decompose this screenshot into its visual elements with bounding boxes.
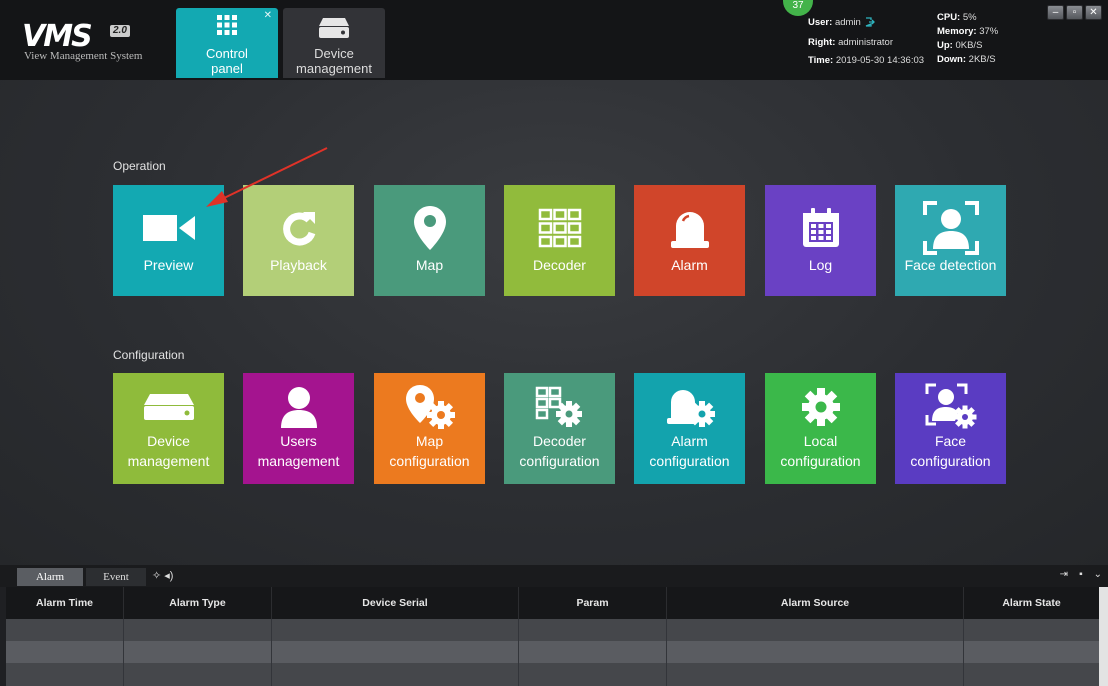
logo-text: VMS: [22, 19, 93, 54]
tab-label-line1: Device: [314, 46, 354, 61]
logo-version: 2.0: [110, 25, 130, 37]
restore-icon[interactable]: ▪: [1079, 569, 1083, 580]
nvr-device-icon: [317, 16, 351, 45]
logo-subtitle: View Management System: [24, 50, 143, 62]
table-cell: [124, 619, 272, 641]
down-label: Down:: [937, 54, 967, 65]
tab-event[interactable]: Event: [86, 568, 146, 586]
table-cell: [272, 641, 519, 663]
table-cell: [667, 641, 964, 663]
memory-label: Memory:: [937, 26, 977, 37]
title-bar: VMS 2.0 View Management System ✕ Control…: [0, 0, 1108, 80]
table-cell: [964, 641, 1099, 663]
control-panel: Operation Preview Playback Map Decoder A…: [0, 80, 1108, 565]
close-tab-icon[interactable]: ✕: [264, 10, 272, 21]
table-cell: [6, 641, 124, 663]
table-row[interactable]: [6, 641, 1099, 663]
collapse-icon[interactable]: ⌄: [1094, 569, 1102, 580]
user-label: User:: [808, 17, 833, 28]
system-stats: CPU: 5% Memory: 37% Up: 0KB/S Down: 2KB/…: [937, 11, 998, 67]
alarm-table-header: Alarm Time Alarm Type Device Serial Para…: [6, 587, 1099, 619]
close-button[interactable]: ✕: [1085, 5, 1102, 20]
table-cell: [667, 663, 964, 686]
tab-control-panel[interactable]: ✕ Control panel: [176, 8, 278, 78]
table-cell: [272, 663, 519, 686]
annotation-arrow: [206, 147, 328, 207]
memory-value: 37%: [979, 26, 999, 37]
bottom-tabs: Alarm Event ✧ ◂) ⇥ ▪ ⌄: [0, 565, 1108, 587]
column-alarm-state[interactable]: Alarm State: [964, 587, 1099, 619]
clear-broom-icon[interactable]: ✧: [152, 570, 161, 582]
tab-label: Control panel: [176, 46, 278, 76]
tab-label-line2: panel: [211, 61, 243, 76]
user-info: User: admin Right: administrator Time: 2…: [808, 14, 924, 70]
table-cell: [272, 619, 519, 641]
user-value: admin: [834, 17, 861, 28]
tab-label-line1: Control: [206, 46, 248, 61]
app-logo: VMS 2.0 View Management System: [22, 19, 172, 63]
time-label: Time:: [808, 55, 834, 66]
table-cell: [519, 619, 667, 641]
table-cell: [667, 619, 964, 641]
logout-icon[interactable]: [865, 16, 875, 34]
table-cell: [6, 663, 124, 686]
sound-icon[interactable]: ◂): [164, 570, 173, 582]
grid-icon: [216, 14, 238, 41]
maximize-button[interactable]: ▫: [1066, 5, 1083, 20]
panel-controls: ⇥ ▪ ⌄: [1060, 569, 1102, 580]
tab-alarm[interactable]: Alarm: [17, 568, 83, 586]
tab-device-management[interactable]: Device management: [283, 8, 385, 78]
table-cell: [124, 641, 272, 663]
up-label: Up:: [937, 40, 953, 51]
column-alarm-type[interactable]: Alarm Type: [124, 587, 272, 619]
cpu-value: 5%: [962, 12, 977, 23]
tab-label: Device management: [283, 46, 385, 76]
pin-icon[interactable]: ⇥: [1060, 569, 1068, 580]
cpu-label: CPU:: [937, 12, 961, 23]
up-value: 0KB/S: [955, 40, 983, 51]
table-cell: [519, 641, 667, 663]
column-device-serial[interactable]: Device Serial: [272, 587, 519, 619]
table-cell: [124, 663, 272, 686]
vertical-scrollbar[interactable]: [1099, 587, 1108, 686]
column-alarm-time[interactable]: Alarm Time: [6, 587, 124, 619]
table-row[interactable]: [6, 663, 1099, 686]
time-value: 2019-05-30 14:36:03: [835, 55, 925, 66]
table-cell: [964, 663, 1099, 686]
right-label: Right:: [808, 37, 836, 48]
table-row[interactable]: [6, 619, 1099, 641]
down-value: 2KB/S: [968, 54, 996, 65]
column-alarm-source[interactable]: Alarm Source: [667, 587, 964, 619]
right-value: administrator: [838, 37, 893, 48]
minimize-button[interactable]: –: [1047, 5, 1064, 20]
table-cell: [519, 663, 667, 686]
tab-label-line2: management: [296, 61, 372, 76]
window-controls: – ▫ ✕: [1047, 5, 1102, 20]
column-param[interactable]: Param: [519, 587, 667, 619]
table-cell: [964, 619, 1099, 641]
table-cell: [6, 619, 124, 641]
panel-tools: ✧ ◂): [152, 569, 173, 582]
alarm-event-panel: Alarm Event ✧ ◂) ⇥ ▪ ⌄ Alarm Time Alarm …: [0, 565, 1108, 686]
